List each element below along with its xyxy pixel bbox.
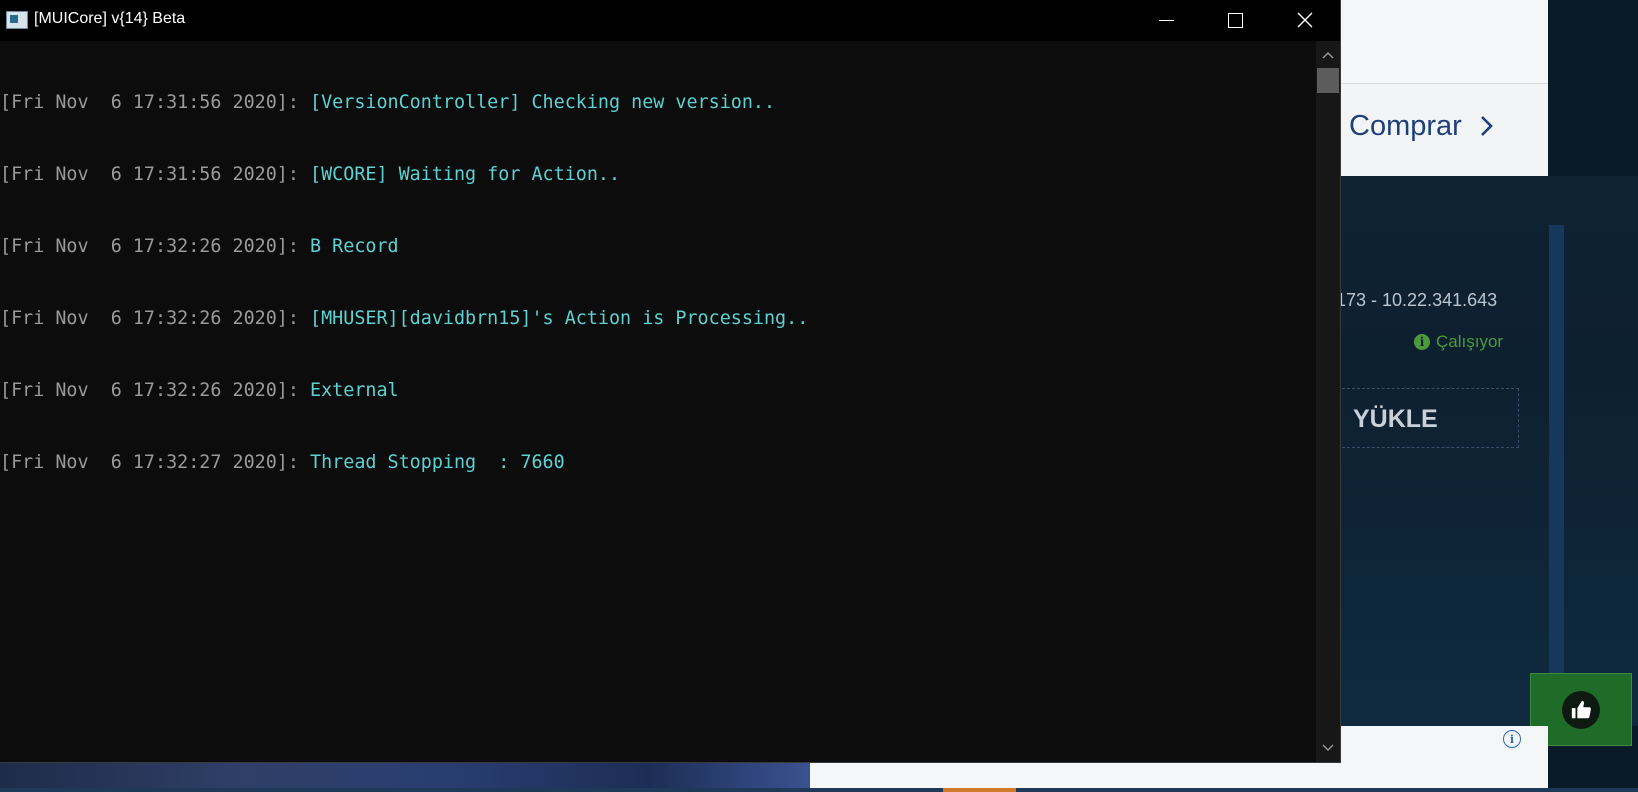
scroll-up-icon[interactable]	[1320, 47, 1336, 63]
yukle-label: YÜKLE	[1353, 405, 1438, 433]
minimize-button[interactable]	[1131, 0, 1201, 40]
scrollbar-thumb[interactable]	[1317, 68, 1339, 93]
maximize-icon	[1227, 12, 1243, 28]
console-line: [Fri Nov 6 17:32:26 2020]: External	[0, 379, 1316, 403]
ip-address-text: 173 - 10.22.341.643	[1336, 290, 1498, 310]
comprar-label: Comprar	[1349, 110, 1462, 142]
console-app-icon	[6, 11, 28, 29]
taskbar-active-indicator	[943, 788, 1016, 792]
close-button[interactable]	[1270, 0, 1340, 40]
log-message: External	[310, 380, 399, 401]
minimize-icon	[1158, 19, 1174, 21]
log-timestamp: [Fri Nov 6 17:32:27 2020]:	[0, 452, 311, 473]
title-bar[interactable]: [MUICore] v{14} Beta	[0, 0, 1340, 41]
log-timestamp: [Fri Nov 6 17:32:26 2020]:	[0, 308, 311, 329]
log-message: [MHUSER][davidbrn15]'s Action is Process…	[310, 308, 809, 329]
console-line: [Fri Nov 6 17:32:26 2020]: [MHUSER][davi…	[0, 307, 1316, 331]
log-timestamp: [Fri Nov 6 17:32:26 2020]:	[0, 380, 311, 401]
background-header	[1340, 0, 1548, 84]
log-message: [VersionController] Checking new version…	[310, 92, 776, 113]
log-timestamp: [Fri Nov 6 17:31:56 2020]:	[0, 164, 311, 185]
log-message: Thread Stopping : 7660	[310, 452, 565, 473]
console-line: [Fri Nov 6 17:32:27 2020]: Thread Stoppi…	[0, 451, 1316, 475]
chevron-right-icon	[1470, 110, 1496, 142]
close-icon	[1297, 12, 1313, 28]
background-dark-panel	[1340, 176, 1638, 726]
info-icon[interactable]: i	[1503, 730, 1521, 748]
vertical-scrollbar[interactable]	[1316, 41, 1340, 762]
console-line: [Fri Nov 6 17:31:56 2020]: [VersionContr…	[0, 91, 1316, 115]
log-message: B Record	[310, 236, 399, 257]
log-timestamp: [Fri Nov 6 17:31:56 2020]:	[0, 92, 311, 113]
console-window[interactable]: [MUICore] v{14} Beta [Fri Nov 6 17:31:56…	[0, 0, 1341, 763]
console-line: [Fri Nov 6 17:31:56 2020]: [WCORE] Waiti…	[0, 163, 1316, 187]
log-timestamp: [Fri Nov 6 17:32:26 2020]:	[0, 236, 311, 257]
taskbar-strip	[0, 788, 1638, 792]
thumbs-up-icon	[1562, 690, 1600, 729]
maximize-button[interactable]	[1200, 0, 1270, 40]
console-app-icon-glyph	[10, 15, 18, 23]
log-message: [WCORE] Waiting for Action..	[310, 164, 621, 185]
status-indicator: i Çalışıyor	[1414, 332, 1503, 352]
console-output[interactable]: [Fri Nov 6 17:31:56 2020]: [VersionContr…	[0, 43, 1316, 761]
background-blue-bar	[1549, 225, 1564, 675]
status-label: Çalışıyor	[1436, 332, 1504, 351]
info-circle-icon: i	[1414, 334, 1430, 350]
console-line: [Fri Nov 6 17:32:26 2020]: B Record	[0, 235, 1316, 259]
window-title: [MUICore] v{14} Beta	[34, 10, 186, 27]
comprar-link[interactable]: Comprar	[1349, 110, 1496, 143]
scroll-down-icon[interactable]	[1320, 740, 1336, 756]
